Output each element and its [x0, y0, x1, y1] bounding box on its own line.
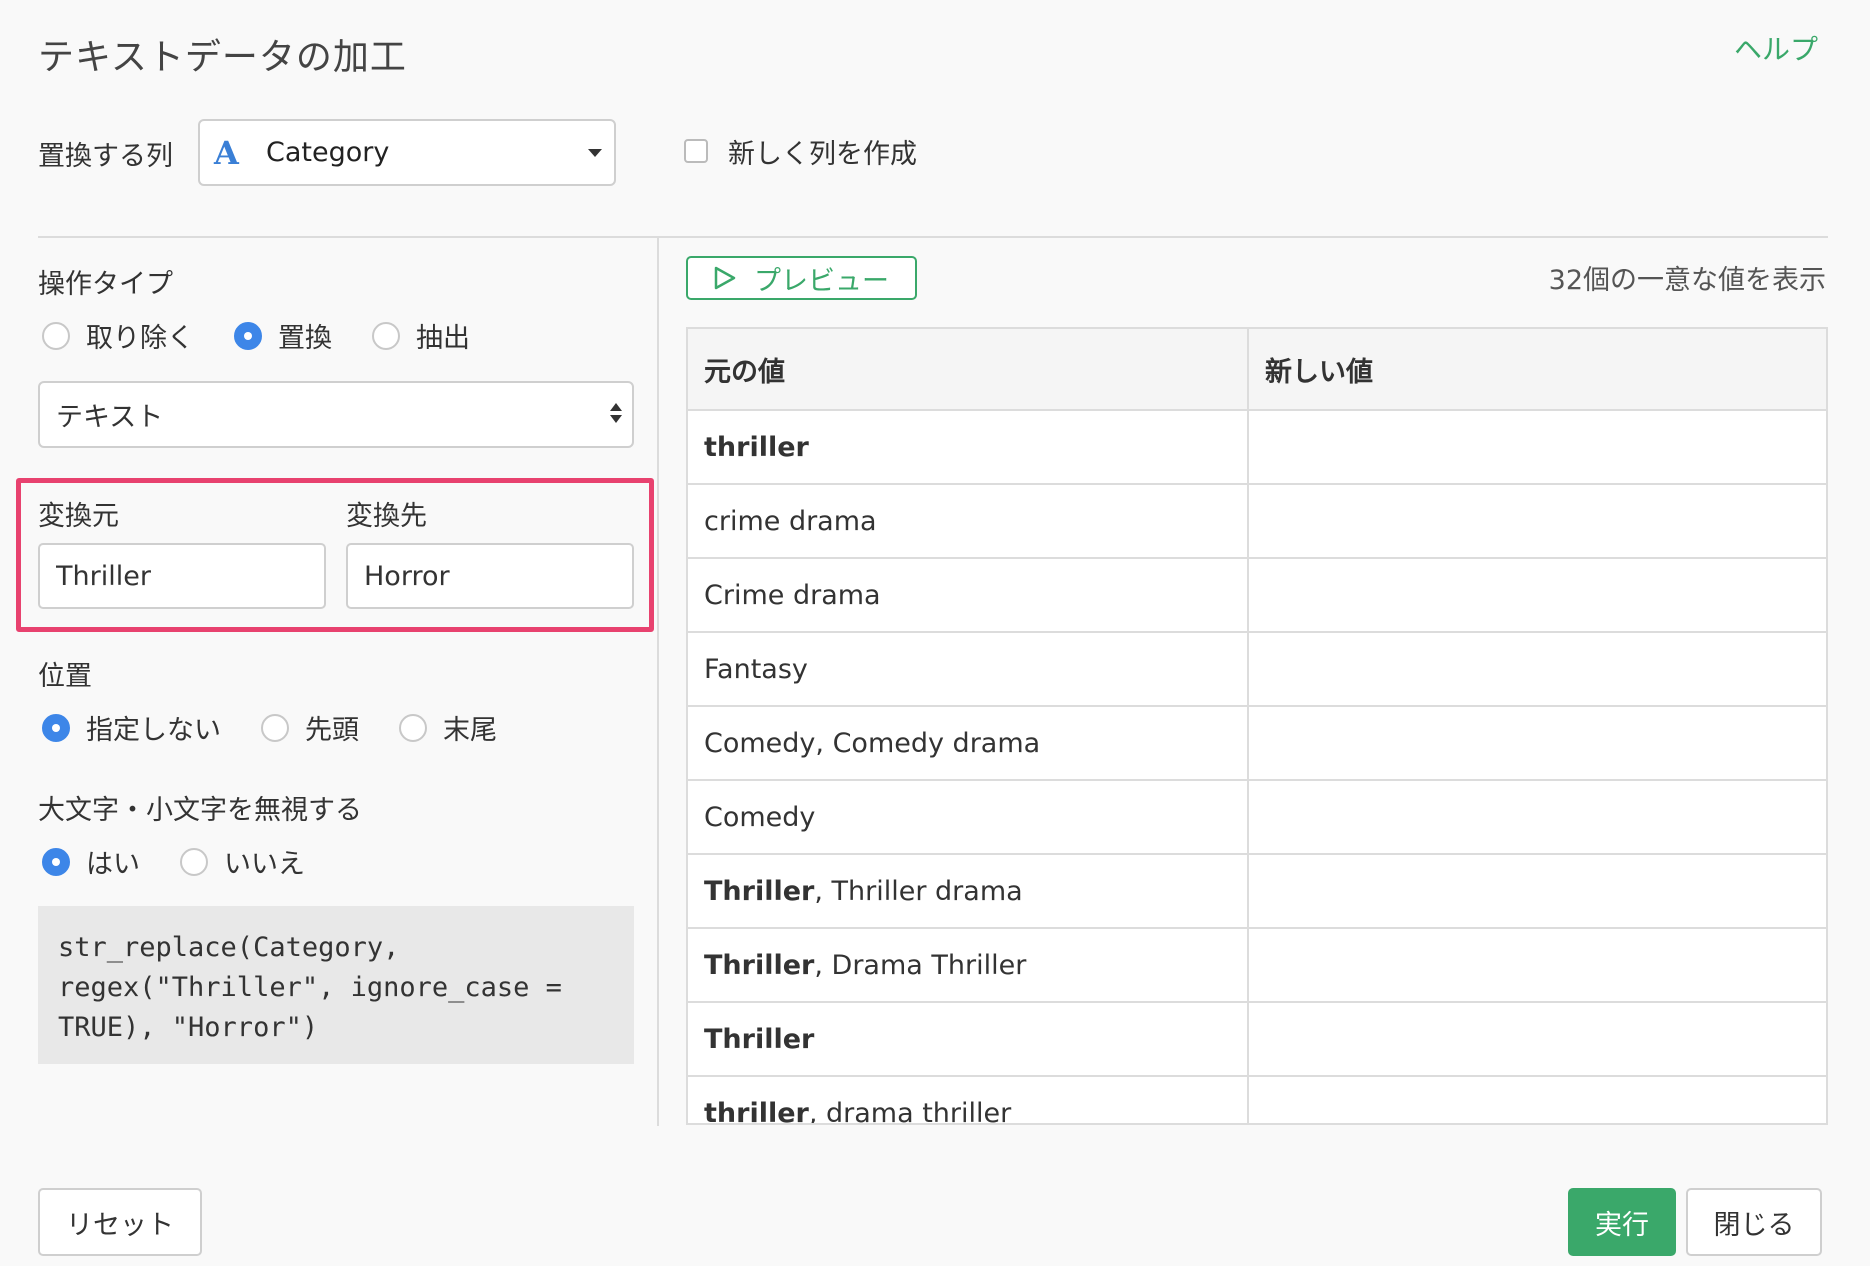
- radio-position-none-label: 指定しない: [86, 715, 221, 746]
- preview-table: 元の値 新しい値 thriller crime drama Crime drama F…: [686, 327, 1828, 1125]
- new-value-cell: [1248, 1076, 1826, 1123]
- table-row: Thriller, Thriller drama: [688, 854, 1826, 929]
- radio-position-end-label: 末尾: [443, 715, 497, 746]
- new-value-cell: [1248, 632, 1826, 707]
- match-highlight: Thriller: [704, 875, 815, 907]
- table-row: crime drama: [688, 484, 1826, 559]
- caret-down-icon: [588, 149, 602, 157]
- original-value-rest: Comedy, Comedy drama: [704, 727, 1041, 759]
- original-value-cell: Thriller, Thriller drama: [688, 854, 1249, 929]
- radio-position-start[interactable]: [261, 713, 289, 742]
- radio-position-end[interactable]: [399, 713, 427, 742]
- match-type-select[interactable]: テキスト: [38, 381, 634, 448]
- new-column-label: 新しく列を作成: [728, 139, 917, 170]
- radio-ignore-no-label: いいえ: [224, 849, 305, 880]
- close-button[interactable]: 閉じる: [1686, 1188, 1822, 1256]
- divider-horizontal: [38, 236, 1828, 238]
- new-value-cell: [1248, 484, 1826, 559]
- operation-type-group: 取り除く 置換 抽出: [42, 316, 510, 355]
- replace-from-input[interactable]: [38, 543, 326, 609]
- play-icon: [714, 266, 736, 290]
- table-row: Fantasy: [688, 632, 1826, 707]
- table-row: Comedy, Comedy drama: [688, 706, 1826, 781]
- original-value-cell: Fantasy: [688, 632, 1249, 707]
- new-value-cell: [1248, 928, 1826, 1003]
- dialog-title: テキストデータの加工: [38, 37, 407, 78]
- original-value-cell: Thriller: [688, 1002, 1249, 1077]
- target-column-select[interactable]: A Category: [198, 119, 616, 186]
- radio-remove-label: 取り除く: [86, 323, 194, 354]
- table-row: thriller: [688, 410, 1826, 485]
- new-value-cell: [1248, 780, 1826, 855]
- radio-remove[interactable]: [42, 321, 70, 350]
- original-value-cell: thriller: [688, 410, 1249, 485]
- original-value-cell: Comedy, Comedy drama: [688, 706, 1249, 781]
- new-value-cell: [1248, 410, 1826, 485]
- divider-vertical: [657, 238, 659, 1126]
- match-type-value: テキスト: [56, 402, 164, 433]
- match-highlight: Thriller: [704, 1023, 815, 1055]
- table-row: Thriller, Drama Thriller: [688, 928, 1826, 1003]
- radio-ignore-yes[interactable]: [42, 847, 70, 876]
- ignore-case-group: はい いいえ: [42, 842, 345, 881]
- original-value-rest: crime drama: [704, 505, 877, 537]
- target-column-value: Category: [266, 137, 390, 168]
- new-value-cell: [1248, 706, 1826, 781]
- reset-button[interactable]: リセット: [38, 1188, 202, 1256]
- ignore-case-label: 大文字・小文字を無視する: [38, 795, 362, 826]
- radio-position-none[interactable]: [42, 713, 70, 742]
- original-value-cell: crime drama: [688, 484, 1249, 559]
- radio-position-start-label: 先頭: [305, 715, 359, 746]
- updown-arrows-icon: [610, 403, 622, 423]
- replace-to-label: 変換先: [346, 501, 427, 532]
- radio-replace-label: 置換: [278, 323, 332, 354]
- character-type-icon: A: [214, 133, 239, 172]
- position-group: 指定しない 先頭 末尾: [42, 708, 537, 747]
- unique-values-info: 32個の一意な値を表示: [1548, 265, 1826, 296]
- operation-type-label: 操作タイプ: [38, 269, 173, 300]
- radio-ignore-no[interactable]: [180, 847, 208, 876]
- table-header-row: 元の値 新しい値: [688, 329, 1826, 411]
- position-label: 位置: [38, 661, 92, 692]
- help-link[interactable]: ヘルプ: [1734, 28, 1818, 68]
- table-row: Comedy: [688, 780, 1826, 855]
- column-header-original: 元の値: [688, 329, 1249, 411]
- target-column-label: 置換する列: [38, 141, 173, 172]
- original-value-rest: , Drama Thriller: [814, 949, 1027, 981]
- generated-code: str_replace(Category, regex("Thriller", …: [38, 906, 634, 1064]
- match-highlight: thriller: [704, 431, 809, 463]
- run-button[interactable]: 実行: [1568, 1188, 1676, 1256]
- radio-extract[interactable]: [372, 321, 400, 350]
- radio-extract-label: 抽出: [416, 323, 470, 354]
- original-value-rest: Fantasy: [704, 653, 808, 685]
- new-column-checkbox[interactable]: [684, 139, 708, 163]
- new-value-cell: [1248, 1002, 1826, 1077]
- column-header-new: 新しい値: [1248, 329, 1826, 411]
- original-value-rest: Crime drama: [704, 579, 881, 611]
- match-highlight: Thriller: [704, 949, 815, 981]
- replace-from-label: 変換元: [38, 501, 119, 532]
- table-row: thriller, drama thriller: [688, 1076, 1826, 1125]
- new-value-cell: [1248, 854, 1826, 929]
- radio-ignore-yes-label: はい: [86, 849, 140, 880]
- new-value-cell: [1248, 558, 1826, 633]
- original-value-cell: Thriller, Drama Thriller: [688, 928, 1249, 1003]
- original-value-cell: thriller, drama thriller: [688, 1076, 1249, 1125]
- original-value-cell: Comedy: [688, 780, 1249, 855]
- radio-replace[interactable]: [234, 321, 262, 350]
- match-highlight: thriller: [704, 1097, 809, 1125]
- table-row: Thriller: [688, 1002, 1826, 1077]
- original-value-rest: , Thriller drama: [814, 875, 1023, 907]
- preview-button[interactable]: プレビュー: [686, 256, 917, 300]
- table-row: Crime drama: [688, 558, 1826, 633]
- replace-to-input[interactable]: [346, 543, 634, 609]
- preview-button-label: プレビュー: [754, 265, 889, 297]
- original-value-cell: Crime drama: [688, 558, 1249, 633]
- original-value-rest: , drama thriller: [808, 1097, 1012, 1125]
- original-value-rest: Comedy: [704, 801, 816, 833]
